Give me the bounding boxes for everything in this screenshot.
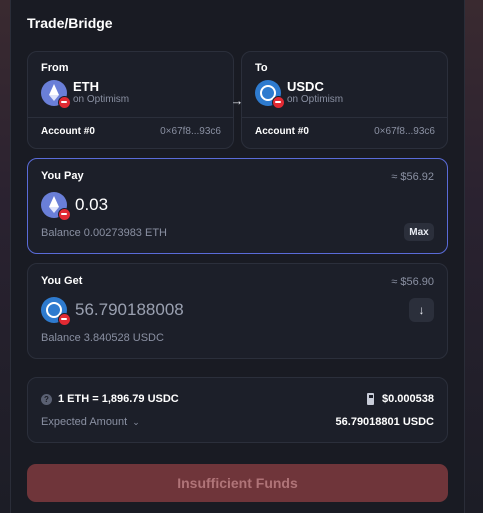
- usdc-icon: [255, 80, 285, 109]
- quote-info-card: ? 1 ETH = 1,896.79 USDC $0.000538 Expect…: [27, 377, 448, 443]
- you-pay-label: You Pay: [41, 170, 84, 182]
- to-token-network: on Optimism: [287, 94, 344, 105]
- expected-amount-value: 56.79018801 USDC: [335, 416, 434, 428]
- to-token-symbol: USDC: [287, 79, 324, 94]
- question-icon[interactable]: ?: [41, 393, 52, 405]
- insufficient-funds-button[interactable]: Insufficient Funds: [27, 464, 448, 502]
- you-get-label: You Get: [41, 275, 83, 287]
- exchange-rate: 1 ETH = 1,896.79 USDC: [58, 393, 179, 405]
- from-token-symbol: ETH: [73, 79, 99, 94]
- from-token-card[interactable]: From ETH on Optimism Account #0 0×67f8..…: [27, 51, 234, 149]
- max-button[interactable]: Max: [404, 223, 434, 241]
- ethereum-icon: [41, 80, 71, 109]
- to-token-selector[interactable]: USDC on Optimism: [255, 79, 344, 109]
- expected-amount-label: Expected Amount: [41, 416, 128, 428]
- optimism-badge-icon: [58, 96, 71, 109]
- optimism-badge-icon: [58, 208, 71, 221]
- to-account-name: Account #0: [255, 126, 309, 137]
- pay-balance: Balance 0.00273983 ETH: [41, 227, 167, 239]
- page-title: Trade/Bridge: [27, 15, 113, 31]
- from-token-network: on Optimism: [73, 94, 130, 105]
- from-label: From: [41, 62, 69, 74]
- chevron-down-icon: ⌄: [132, 416, 140, 427]
- expected-amount-toggle[interactable]: Expected Amount ⌄: [41, 416, 140, 428]
- ethereum-icon: [41, 192, 71, 221]
- you-pay-card[interactable]: You Pay ≈ $56.92 0.03 Balance 0.00273983…: [27, 158, 448, 254]
- gas-fee: $0.000538: [382, 393, 434, 405]
- divider: [28, 117, 233, 118]
- pay-amount-input[interactable]: 0.03: [75, 195, 108, 215]
- to-token-card[interactable]: To USDC on Optimism Account #0 0×67f8...…: [241, 51, 448, 149]
- fuel-pump-icon: [367, 393, 377, 405]
- you-pay-usd-value: ≈ $56.92: [391, 171, 434, 183]
- you-get-usd-value: ≈ $56.90: [391, 276, 434, 288]
- optimism-badge-icon: [58, 313, 71, 326]
- get-balance: Balance 3.840528 USDC: [41, 332, 164, 344]
- you-get-card: You Get ≈ $56.90 56.790188008 Balance 3.…: [27, 263, 448, 359]
- usdc-icon: [41, 297, 71, 326]
- optimism-badge-icon: [272, 96, 285, 109]
- from-token-selector[interactable]: ETH on Optimism: [41, 79, 130, 109]
- arrow-down-icon[interactable]: ↓: [409, 298, 434, 322]
- get-amount-value: 56.790188008: [75, 300, 184, 319]
- to-label: To: [255, 62, 268, 74]
- from-account-name: Account #0: [41, 126, 95, 137]
- divider: [242, 117, 447, 118]
- from-account-address: 0×67f8...93c6: [160, 126, 221, 137]
- to-account-address: 0×67f8...93c6: [374, 126, 435, 137]
